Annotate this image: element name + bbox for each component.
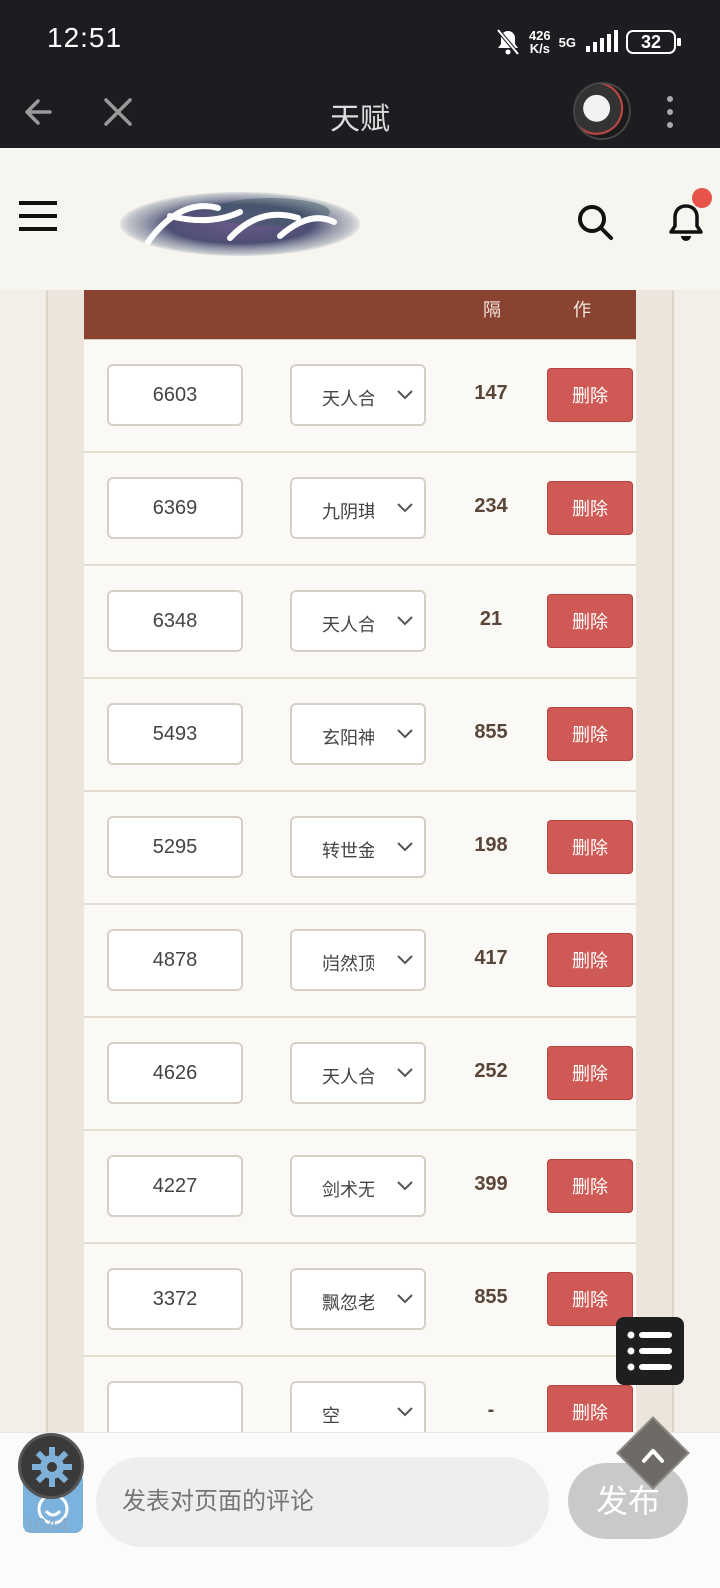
talent-select-value: 飘忽老 bbox=[322, 1293, 374, 1313]
talent-select-value: 岿然顶 bbox=[322, 954, 374, 974]
talent-select-value: 转世金 bbox=[322, 841, 374, 861]
chevron-down-icon bbox=[397, 955, 413, 965]
talent-select-value: 空 bbox=[322, 1406, 340, 1426]
talent-select[interactable]: 天人合 bbox=[290, 590, 426, 652]
chevron-down-icon bbox=[397, 503, 413, 513]
talent-select-value: 玄阳神 bbox=[322, 728, 374, 748]
talent-select-value: 剑术无 bbox=[322, 1180, 374, 1200]
talent-select[interactable]: 九阴琪 bbox=[290, 477, 426, 539]
delete-button[interactable]: 删除 bbox=[547, 481, 633, 535]
interval-value: 147 bbox=[474, 382, 508, 404]
hamburger-menu-icon[interactable] bbox=[19, 201, 57, 231]
talent-select[interactable]: 剑术无 bbox=[290, 1155, 426, 1217]
interval-value: 417 bbox=[474, 947, 508, 969]
net-speed: 426 K/s bbox=[528, 28, 551, 56]
comment-input[interactable] bbox=[96, 1457, 549, 1547]
chevron-up-icon bbox=[642, 1448, 664, 1463]
chevron-down-icon bbox=[397, 1068, 413, 1078]
table-row: 6348 天人合 21 删除 bbox=[84, 566, 636, 679]
chevron-down-icon bbox=[397, 390, 413, 400]
id-input[interactable]: 5295 bbox=[107, 816, 243, 878]
id-input[interactable]: 5493 bbox=[107, 703, 243, 765]
id-input[interactable]: 4626 bbox=[107, 1042, 243, 1104]
table-row: 3372 飘忽老 855 删除 bbox=[84, 1244, 636, 1357]
table-header: 隔 作 bbox=[84, 290, 636, 340]
id-input[interactable]: 6348 bbox=[107, 590, 243, 652]
status-time: 12:51 bbox=[47, 22, 123, 53]
notification-badge bbox=[692, 188, 712, 208]
talent-select-value: 天人合 bbox=[322, 615, 374, 635]
chevron-down-icon bbox=[397, 1294, 413, 1304]
settings-button[interactable] bbox=[18, 1433, 84, 1499]
floating-menu-button[interactable] bbox=[616, 1317, 684, 1385]
delete-button[interactable]: 删除 bbox=[547, 707, 633, 761]
delete-button[interactable]: 删除 bbox=[547, 1159, 633, 1213]
table-row: 4227 剑术无 399 删除 bbox=[84, 1131, 636, 1244]
talent-select-value: 九阴琪 bbox=[322, 502, 374, 522]
delete-button[interactable]: 删除 bbox=[547, 933, 633, 987]
delete-button[interactable]: 删除 bbox=[547, 594, 633, 648]
gear-icon bbox=[32, 1447, 72, 1487]
mute-bell-icon bbox=[496, 28, 520, 56]
more-vertical-icon[interactable] bbox=[664, 94, 676, 130]
avatar[interactable] bbox=[573, 82, 631, 140]
talent-select[interactable]: 天人合 bbox=[290, 364, 426, 426]
interval-value: 855 bbox=[474, 1286, 508, 1308]
site-header bbox=[0, 148, 720, 290]
status-bar: 12:51 426 K/s 5G 32 bbox=[0, 0, 720, 80]
table-row: 6369 九阴琪 234 删除 bbox=[84, 453, 636, 566]
delete-button[interactable]: 删除 bbox=[547, 1046, 633, 1100]
interval-value: 399 bbox=[474, 1173, 508, 1195]
table-row: 6603 天人合 147 删除 bbox=[84, 340, 636, 453]
search-icon[interactable] bbox=[575, 202, 615, 242]
delete-button[interactable]: 删除 bbox=[547, 1385, 633, 1439]
chevron-down-icon bbox=[397, 729, 413, 739]
talent-select[interactable]: 岿然顶 bbox=[290, 929, 426, 991]
id-input[interactable]: 3372 bbox=[107, 1268, 243, 1330]
chevron-down-icon bbox=[397, 1181, 413, 1191]
notification-bell-icon[interactable] bbox=[668, 202, 704, 242]
interval-value: 855 bbox=[474, 721, 508, 743]
main-content: 隔 作 6603 天人合 147 删除 6369 九阴琪 234 删除 6348 天人合 21 删除 5… bbox=[0, 290, 720, 1450]
talent-select[interactable]: 飘忽老 bbox=[290, 1268, 426, 1330]
chevron-down-icon bbox=[397, 1407, 413, 1417]
list-icon bbox=[627, 1331, 672, 1371]
header-interval: 隔 bbox=[483, 300, 501, 320]
table-row: 4878 岿然顶 417 删除 bbox=[84, 905, 636, 1018]
site-logo[interactable] bbox=[120, 186, 360, 258]
interval-value: - bbox=[487, 1399, 495, 1421]
chevron-down-icon bbox=[397, 616, 413, 626]
table-row: 4626 天人合 252 删除 bbox=[84, 1018, 636, 1131]
id-input[interactable]: 4227 bbox=[107, 1155, 243, 1217]
chevron-down-icon bbox=[397, 842, 413, 852]
talent-select-value: 天人合 bbox=[322, 389, 374, 409]
talent-select[interactable]: 天人合 bbox=[290, 1042, 426, 1104]
battery-indicator: 32 bbox=[626, 30, 681, 54]
interval-value: 21 bbox=[479, 608, 503, 630]
comment-count: 1044 bbox=[24, 1515, 69, 1537]
signal-icon bbox=[586, 30, 618, 52]
delete-button[interactable]: 删除 bbox=[547, 820, 633, 874]
network-type: 5G bbox=[558, 34, 576, 50]
comment-bar: 1044 发布 bbox=[0, 1416, 720, 1588]
publish-button[interactable]: 发布 bbox=[568, 1463, 688, 1539]
interval-value: 198 bbox=[474, 834, 508, 856]
talent-select-value: 天人合 bbox=[322, 1067, 374, 1087]
id-input[interactable]: 6603 bbox=[107, 364, 243, 426]
header-action: 作 bbox=[573, 300, 591, 320]
talent-table: 隔 作 6603 天人合 147 删除 6369 九阴琪 234 删除 6348 天人合 21 删除 5… bbox=[84, 290, 636, 1450]
interval-value: 252 bbox=[474, 1060, 508, 1082]
table-row: 5493 玄阳神 855 删除 bbox=[84, 679, 636, 792]
interval-value: 234 bbox=[474, 495, 508, 517]
talent-select[interactable]: 转世金 bbox=[290, 816, 426, 878]
app-bar: 天赋 bbox=[0, 80, 720, 148]
id-input[interactable]: 6369 bbox=[107, 477, 243, 539]
table-row: 5295 转世金 198 删除 bbox=[84, 792, 636, 905]
table-body: 6603 天人合 147 删除 6369 九阴琪 234 删除 6348 天人合 21 删除 5493 玄… bbox=[84, 340, 636, 1450]
id-input[interactable]: 4878 bbox=[107, 929, 243, 991]
talent-select[interactable]: 玄阳神 bbox=[290, 703, 426, 765]
delete-button[interactable]: 删除 bbox=[547, 368, 633, 422]
